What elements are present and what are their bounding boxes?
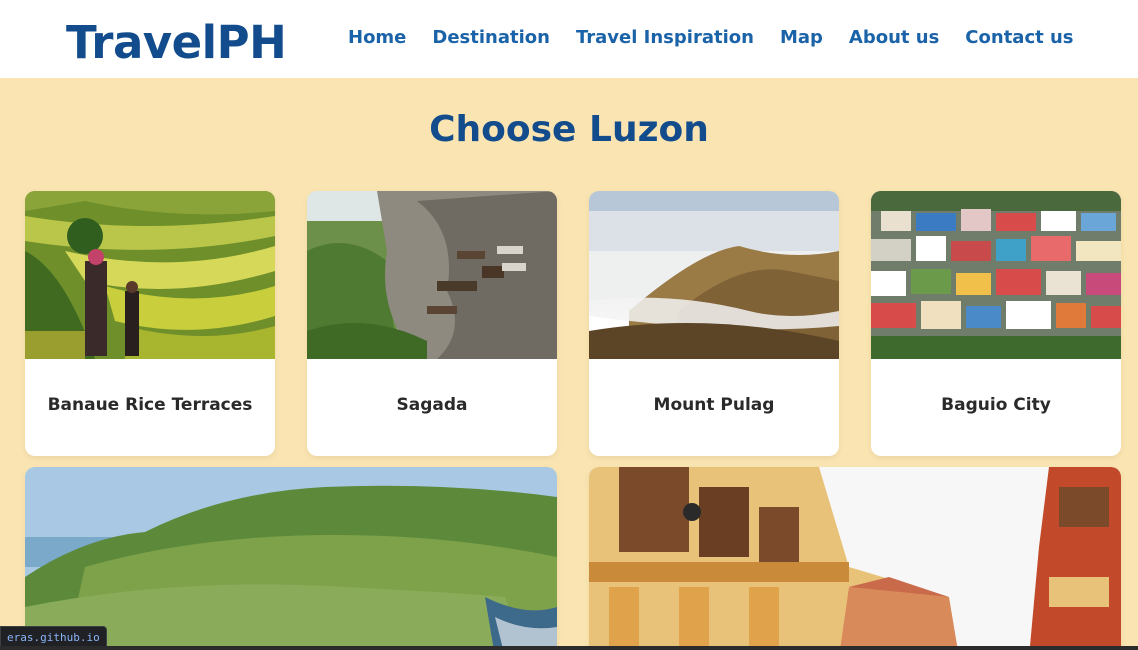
navbar: TravelPH Home Destination Travel Inspira… <box>0 0 1138 78</box>
card-title: Baguio City <box>941 395 1051 415</box>
baguio-city-image <box>871 191 1121 359</box>
card-title: Mount Pulag <box>653 395 775 415</box>
sagada-image <box>307 191 557 359</box>
heritage-street-image <box>589 467 1121 650</box>
card-title: Banaue Rice Terraces <box>47 395 253 415</box>
nav-contact-us[interactable]: Contact us <box>965 26 1073 50</box>
destination-card-sagada[interactable]: Sagada <box>307 191 557 456</box>
card-title: Sagada <box>396 395 468 415</box>
mount-pulag-image <box>589 191 839 359</box>
bottom-edge <box>0 646 1138 650</box>
destination-card-banaue[interactable]: Banaue Rice Terraces <box>25 191 275 456</box>
destination-card-wide-1[interactable] <box>25 467 557 650</box>
destination-card-wide-2[interactable] <box>589 467 1121 650</box>
nav-destination[interactable]: Destination <box>432 26 550 50</box>
nav-home[interactable]: Home <box>348 26 406 50</box>
link-preview-url: eras.github.io <box>0 626 107 648</box>
nav-travel-inspiration[interactable]: Travel Inspiration <box>576 26 754 50</box>
green-hills-coast-image <box>25 467 557 650</box>
section-title: Choose Luzon <box>429 109 709 150</box>
nav-map[interactable]: Map <box>780 26 823 50</box>
nav-about-us[interactable]: About us <box>849 26 939 50</box>
brand-logo[interactable]: TravelPH <box>66 18 287 68</box>
destination-card-mount-pulag[interactable]: Mount Pulag <box>589 191 839 456</box>
nav-links: Home Destination Travel Inspiration Map … <box>348 26 1100 50</box>
destination-card-baguio-city[interactable]: Baguio City <box>871 191 1121 456</box>
banaue-rice-terraces-image <box>25 191 275 359</box>
